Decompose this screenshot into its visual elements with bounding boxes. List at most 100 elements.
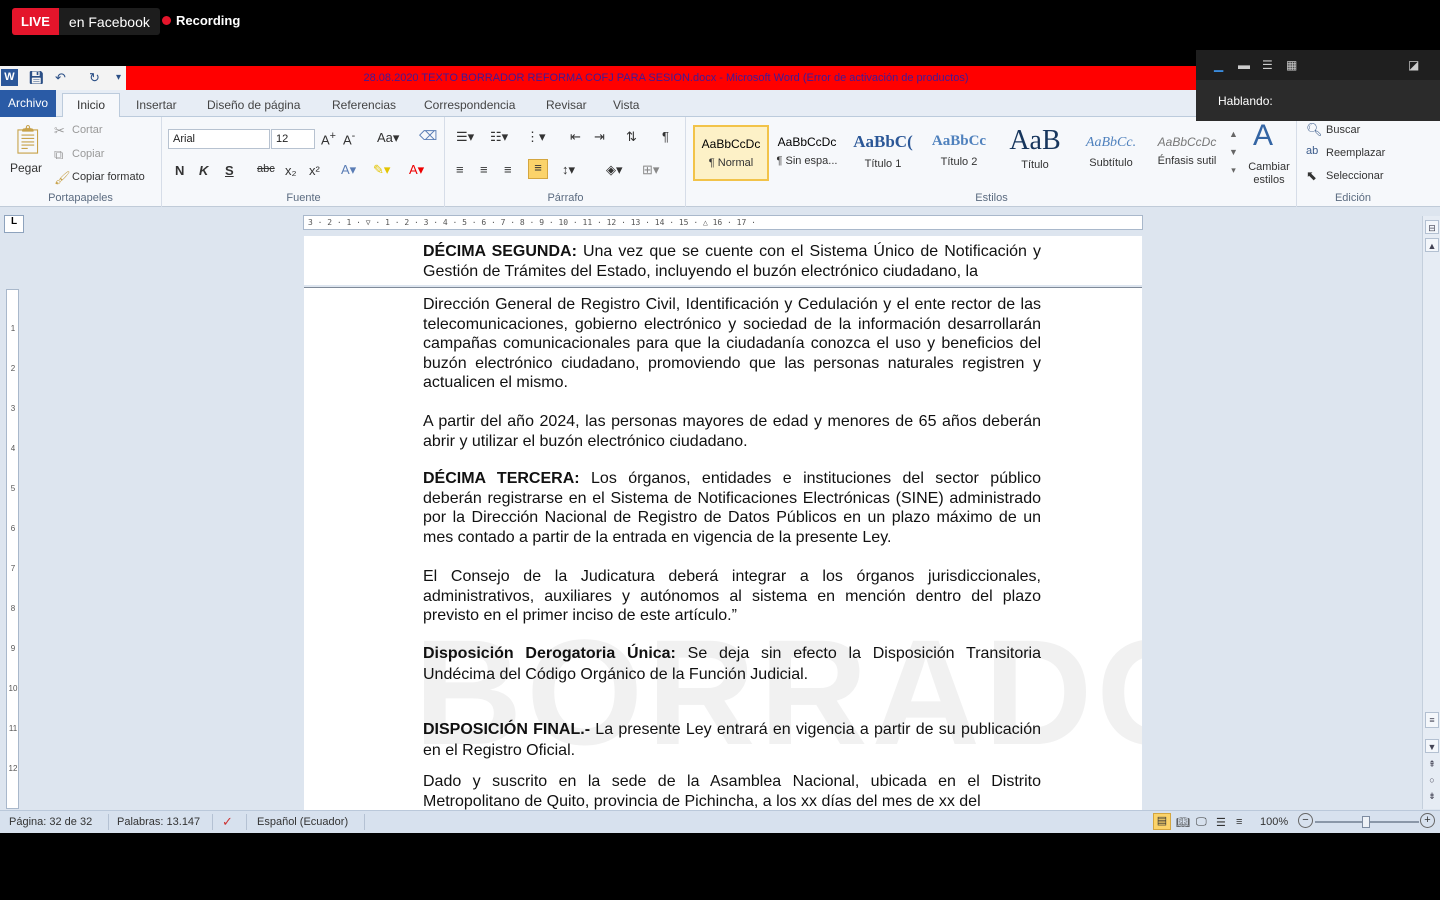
select-icon[interactable]: ⬉ [1306,168,1317,184]
single-view-icon[interactable]: ▬ [1238,58,1250,72]
shrink-font-icon[interactable]: A- [343,130,355,147]
zoom-level[interactable]: 100% [1260,816,1288,828]
paste-button[interactable]: Pegar [10,161,42,175]
font-name-select[interactable]: Arial [168,129,270,149]
bold-button[interactable]: N [175,163,184,178]
cut-icon[interactable]: ✂ [54,123,65,139]
tab-inicio[interactable]: Inicio [62,93,120,118]
word-logo-icon[interactable]: W [1,69,18,86]
bullets-icon[interactable]: ☰▾ [456,129,474,145]
horizontal-ruler[interactable]: 3 · 2 · 1 · ▽ · 1 · 2 · 3 · 4 · 5 · 6 · … [303,215,1143,230]
tab-revisar[interactable]: Revisar [546,98,587,112]
style-sin-espaciado[interactable]: AaBbCcDc ¶ Sin espa... [769,125,845,181]
tab-selector-icon[interactable]: L [4,215,24,233]
shading-icon[interactable]: ◈▾ [606,162,623,178]
proofing-icon[interactable]: ✓ [222,814,233,830]
find-button[interactable]: Buscar [1326,124,1360,136]
full-reading-view-icon[interactable]: 📖︎ [1176,816,1190,829]
paragraph[interactable]: DÉCIMA TERCERA: Los órganos, entidades e… [423,469,1041,547]
select-button[interactable]: Seleccionar [1326,170,1383,182]
text-effects-icon[interactable]: A▾ [341,162,356,178]
redo-icon[interactable]: ↻ [86,69,103,86]
sort-icon[interactable]: ⇅ [626,129,637,145]
align-left-icon[interactable]: ≡ [456,162,464,177]
grow-font-icon[interactable]: A+ [321,130,336,147]
scroll-down-icon[interactable]: ▼ [1425,739,1439,753]
next-page-icon[interactable]: ⇟ [1425,789,1439,803]
scroll-up-icon[interactable]: ▲ [1425,238,1439,252]
decrease-indent-icon[interactable]: ⇤ [570,129,581,145]
style-subtitulo[interactable]: AaBbCc. Subtítulo [1073,125,1149,181]
zoom-in-icon[interactable]: + [1420,813,1435,828]
highlight-icon[interactable]: ✎▾ [373,162,390,178]
subscript-icon[interactable]: x₂ [285,163,297,178]
replace-icon[interactable]: ab [1306,145,1318,157]
split-view-icon[interactable]: ☰ [1262,58,1273,72]
styles-scroll-icon[interactable]: ▲ ▼ ▾ [1229,125,1238,179]
customize-toolbar-icon[interactable]: ▾ [110,69,127,86]
tab-referencias[interactable]: Referencias [332,98,396,112]
format-painter-icon[interactable]: 🖌︎ [54,170,71,186]
tab-vista[interactable]: Vista [613,98,639,112]
word-count[interactable]: Palabras: 13.147 [117,816,200,828]
font-size-select[interactable]: 12 [271,129,315,149]
tab-diseno-pagina[interactable]: Diseño de página [207,98,300,112]
paragraph[interactable]: El Consejo de la Judicatura deberá integ… [423,567,1041,626]
cut-button[interactable]: Cortar [72,124,103,136]
draft-view-icon[interactable]: ≡ [1236,816,1242,828]
paragraph[interactable]: DÉCIMA SEGUNDA: Una vez que se cuente co… [423,242,1041,281]
zoom-slider-thumb[interactable] [1362,816,1370,828]
font-color-icon[interactable]: A▾ [409,162,424,178]
clear-format-icon[interactable]: ⌫ [419,128,437,144]
document-page[interactable]: BORRADOR DÉCIMA SEGUNDA: Una vez que se … [304,236,1142,810]
paragraph[interactable]: Disposición Derogatoria Única: Se deja s… [423,643,1041,685]
change-styles-icon[interactable]: A [1253,119,1273,153]
vertical-scrollbar[interactable]: ⊟ ▲ ≡ ▼ ⇞ ○ ⇟ [1422,216,1440,809]
web-layout-view-icon[interactable]: 🖵︎ [1196,816,1207,829]
style-normal[interactable]: AaBbCcDc ¶ Normal [693,125,769,181]
replace-button[interactable]: Reemplazar [1326,147,1385,159]
exit-panel-icon[interactable]: ◪ [1408,58,1419,72]
language-indicator[interactable]: Español (Ecuador) [257,816,348,828]
ruler-toggle-icon[interactable]: ⊟ [1425,220,1439,234]
undo-icon[interactable]: ↶ [52,69,69,86]
print-layout-view-icon[interactable]: ▤ [1153,813,1171,830]
change-styles-button[interactable]: Cambiar estilos [1247,161,1291,187]
vertical-ruler[interactable]: 123 456 789 10 11 12 [6,289,19,809]
paragraph[interactable]: Dado y suscrito en la sede de la Asamble… [423,772,1041,810]
style-titulo[interactable]: AaB Título [997,125,1073,181]
justify-icon[interactable]: ≡ [528,159,548,179]
previous-page-icon[interactable]: ⇞ [1425,757,1439,771]
copy-icon[interactable]: ⧉ [54,147,63,163]
style-titulo-2[interactable]: AaBbCc Título 2 [921,125,997,181]
browse-object-icon[interactable]: ○ [1425,773,1439,787]
line-spacing-icon[interactable]: ↕▾ [562,162,575,178]
strikethrough-button[interactable]: abc [257,163,275,175]
tab-archivo[interactable]: Archivo [0,90,56,117]
align-center-icon[interactable]: ≡ [480,162,488,177]
save-icon[interactable]: 💾︎ [28,69,45,86]
style-titulo-1[interactable]: AaBbC( Título 1 [845,125,921,181]
numbering-icon[interactable]: ☷▾ [490,129,508,145]
multilevel-list-icon[interactable]: ⋮▾ [526,129,546,145]
scroll-thumb[interactable]: ≡ [1425,712,1439,728]
tab-correspondencia[interactable]: Correspondencia [424,98,515,112]
paragraph[interactable]: A partir del año 2024, las personas mayo… [423,412,1041,451]
zoom-out-icon[interactable]: − [1298,813,1313,828]
page-count[interactable]: Página: 32 de 32 [9,816,92,828]
paragraph[interactable]: Dirección General de Registro Civil, Ide… [423,295,1041,393]
paste-icon[interactable]: 📋︎ [10,123,46,156]
superscript-icon[interactable]: x² [309,163,320,178]
borders-icon[interactable]: ⊞▾ [642,162,659,178]
find-icon[interactable]: 🔍︎ [1306,122,1323,138]
tab-insertar[interactable]: Insertar [136,98,177,112]
minimize-icon[interactable]: ▁ [1214,58,1223,72]
style-enfasis-sutil[interactable]: AaBbCcDc Énfasis sutil [1149,125,1225,181]
outline-view-icon[interactable]: ☰ [1216,816,1226,829]
underline-button[interactable]: S [225,163,234,178]
show-formatting-icon[interactable]: ¶ [662,129,669,144]
italic-button[interactable]: K [199,163,208,178]
change-case-icon[interactable]: Aa▾ [377,130,399,146]
copy-button[interactable]: Copiar [72,148,104,160]
grid-view-icon[interactable]: ▦ [1286,58,1297,72]
